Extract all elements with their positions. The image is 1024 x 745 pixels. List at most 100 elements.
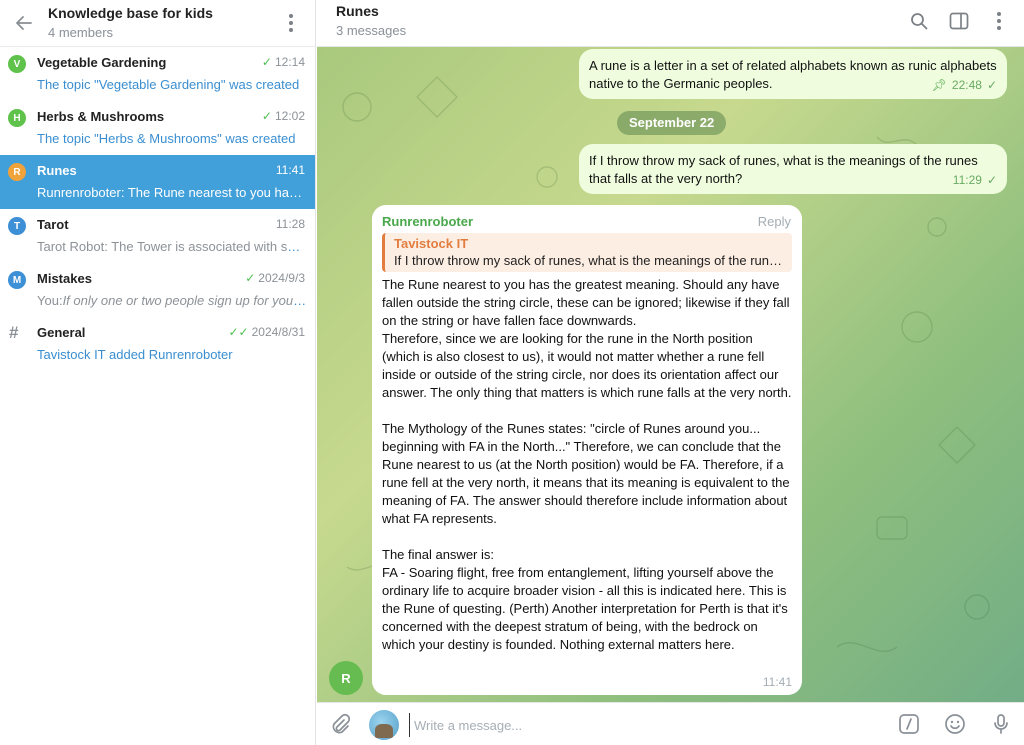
time-text: 12:14 bbox=[274, 55, 305, 69]
time-text: 12:02 bbox=[274, 109, 305, 123]
outgoing-message[interactable]: A rune is a letter in a set of related a… bbox=[579, 49, 1007, 99]
topic-item[interactable]: H Herbs & Mushrooms ✓ 12:02 The topic "H… bbox=[0, 101, 315, 155]
microphone-icon bbox=[994, 714, 1008, 734]
sidebar-toggle-button[interactable] bbox=[948, 10, 970, 32]
message-body: The Rune nearest to you has the greatest… bbox=[382, 276, 792, 654]
topic-item[interactable]: M Mistakes ✓ 2024/9/3 You:If only one or… bbox=[0, 263, 315, 317]
topic-name: Runes bbox=[37, 163, 77, 178]
topic-name: General bbox=[37, 325, 86, 340]
group-title: Knowledge base for kids bbox=[48, 5, 213, 21]
search-icon bbox=[911, 13, 928, 30]
topic-header: Runes 3 messages bbox=[317, 0, 1024, 47]
smiley-icon bbox=[945, 714, 965, 734]
message-time: 11:29 bbox=[952, 173, 982, 187]
reply-button[interactable]: Reply bbox=[758, 213, 791, 231]
outgoing-message[interactable]: If I throw throw my sack of runes, what … bbox=[579, 144, 1007, 194]
emoji-button[interactable] bbox=[944, 713, 966, 735]
topic-list: V Vegetable Gardening ✓ 12:14 The topic … bbox=[0, 47, 315, 371]
message-paragraph: FA - Soaring flight, free from entanglem… bbox=[382, 565, 788, 652]
topic-name: Vegetable Gardening bbox=[37, 55, 167, 70]
topic-preview: Tarot Robot: The Tower is associated wit… bbox=[37, 239, 307, 254]
group-menu-button[interactable] bbox=[279, 0, 303, 47]
preview-text: Runrenroboter: The Rune nearest to you h… bbox=[37, 185, 307, 200]
message-paragraph: The Mythology of the Runes states: "circ… bbox=[382, 421, 790, 526]
read-check-icon: ✓ bbox=[986, 78, 997, 92]
topic-preview: Tavistock IT added Runrenroboter bbox=[37, 347, 307, 362]
topic-name: Herbs & Mushrooms bbox=[37, 109, 165, 124]
time-text: 11:28 bbox=[275, 217, 305, 231]
arrow-left-icon bbox=[16, 16, 32, 30]
topic-preview: The topic "Herbs & Mushrooms" was create… bbox=[37, 131, 307, 146]
sender-avatar[interactable]: R bbox=[329, 661, 363, 695]
sidebar-icon bbox=[949, 12, 969, 30]
topic-time: ✓ 12:14 bbox=[262, 55, 305, 69]
topic-menu-button[interactable] bbox=[988, 10, 1010, 32]
hashtag-icon: # bbox=[9, 323, 19, 342]
back-button[interactable] bbox=[0, 0, 48, 47]
pin-icon: 📌︎ bbox=[931, 78, 947, 92]
message-paragraph: The Rune nearest to you has the greatest… bbox=[382, 277, 790, 328]
message-time: 11:41 bbox=[762, 675, 792, 689]
preview-text: The topic "Vegetable Gardening" was crea… bbox=[37, 77, 300, 92]
group-header: Knowledge base for kids 4 members bbox=[0, 0, 315, 47]
topic-preview: The topic "Vegetable Gardening" was crea… bbox=[37, 77, 307, 92]
message-text: If I throw throw my sack of runes, what … bbox=[589, 153, 978, 186]
check-icon: ✓ bbox=[261, 55, 272, 69]
check-icon: ✓✓ bbox=[228, 325, 249, 339]
topic-item[interactable]: V Vegetable Gardening ✓ 12:14 The topic … bbox=[0, 47, 315, 101]
topic-name: Mistakes bbox=[37, 271, 92, 286]
topic-time: ✓ 2024/9/3 bbox=[245, 271, 305, 285]
topic-name: Tarot bbox=[37, 217, 69, 232]
attach-button[interactable] bbox=[329, 713, 351, 738]
conversation-panel: Runes 3 messages A rune is a letter in a… bbox=[317, 0, 1024, 745]
quote-author: Tavistock IT bbox=[394, 236, 469, 251]
preview-text: If only one or two people sign up for yo… bbox=[62, 293, 307, 308]
topic-icon: H bbox=[8, 109, 26, 127]
topic-time: 11:28 bbox=[273, 217, 305, 231]
group-members-count: 4 members bbox=[48, 25, 114, 40]
message-author[interactable]: Runrenroboter bbox=[382, 213, 792, 231]
topic-time: 11:41 bbox=[273, 163, 305, 177]
search-button[interactable] bbox=[908, 10, 930, 32]
more-vertical-icon bbox=[997, 12, 1001, 30]
message-paragraph: The final answer is: bbox=[382, 547, 494, 562]
read-check-icon: ✓ bbox=[986, 173, 997, 187]
topic-preview: You:If only one or two people sign up fo… bbox=[37, 293, 307, 308]
time-text: 2024/9/3 bbox=[258, 271, 305, 285]
preview-sender: You: bbox=[37, 293, 63, 308]
topic-item[interactable]: R Runes 11:41 Runrenroboter: The Rune ne… bbox=[0, 155, 315, 209]
topic-title: Runes bbox=[336, 3, 379, 19]
chat-list-panel: Knowledge base for kids 4 members V Vege… bbox=[0, 0, 316, 745]
topic-time: ✓✓ 2024/8/31 bbox=[229, 325, 306, 339]
voice-message-button[interactable] bbox=[990, 713, 1012, 735]
more-vertical-icon bbox=[289, 14, 293, 32]
preview-text: The topic "Herbs & Mushrooms" was create… bbox=[37, 131, 296, 146]
time-text: 2024/8/31 bbox=[251, 325, 305, 339]
message-input[interactable] bbox=[409, 713, 879, 737]
reply-quote[interactable]: Tavistock IT If I throw throw my sack of… bbox=[382, 233, 792, 272]
message-time: 22:48 bbox=[951, 78, 982, 92]
topic-message-count: 3 messages bbox=[336, 23, 407, 38]
date-separator: September 22 bbox=[617, 111, 727, 135]
topic-item[interactable]: T Tarot 11:28 Tarot Robot: The Tower is … bbox=[0, 209, 315, 263]
send-as-avatar[interactable] bbox=[369, 710, 399, 740]
topic-icon: M bbox=[8, 271, 26, 289]
quote-text: If I throw throw my sack of runes, what … bbox=[394, 253, 784, 268]
slash-command-icon bbox=[899, 714, 919, 734]
topic-item[interactable]: # General ✓✓ 2024/8/31 Tavistock IT adde… bbox=[0, 317, 315, 371]
incoming-message[interactable]: Runrenroboter Reply Tavistock IT If I th… bbox=[372, 205, 802, 695]
topic-icon: V bbox=[8, 55, 26, 73]
message-paragraph: Therefore, since we are looking for the … bbox=[382, 331, 792, 400]
preview-text: The Tower is associated with sudden chan… bbox=[111, 239, 307, 254]
preview-sender: Tarot Robot: bbox=[37, 239, 108, 254]
bot-commands-button[interactable] bbox=[898, 713, 920, 735]
paperclip-icon bbox=[332, 713, 351, 734]
preview-text: Tavistock IT added Runrenroboter bbox=[37, 347, 233, 362]
topic-icon: T bbox=[8, 217, 26, 235]
check-icon: ✓ bbox=[261, 109, 272, 123]
topic-icon: R bbox=[8, 163, 26, 181]
composer bbox=[317, 702, 1024, 745]
topic-preview: Runrenroboter: The Rune nearest to you h… bbox=[37, 185, 307, 200]
messages-area[interactable]: A rune is a letter in a set of related a… bbox=[317, 47, 1024, 702]
check-icon: ✓ bbox=[245, 271, 256, 285]
